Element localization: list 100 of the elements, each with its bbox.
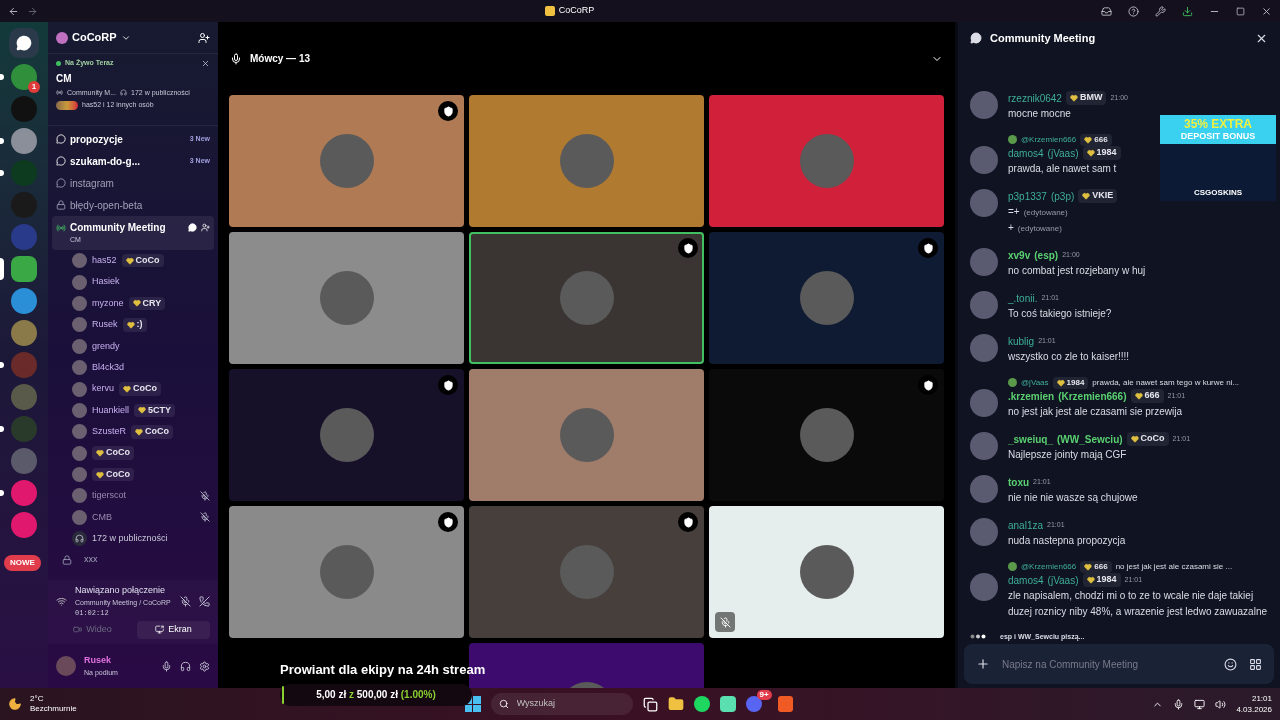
speaker-tile[interactable]: [229, 369, 464, 501]
discord-home-icon[interactable]: [9, 28, 39, 58]
message-avatar[interactable]: [970, 388, 998, 417]
server-icon[interactable]: [11, 256, 37, 282]
settings-icon[interactable]: [199, 660, 210, 672]
message-avatar[interactable]: [970, 145, 998, 174]
reply-author[interactable]: @Krzemien666: [1021, 560, 1077, 573]
close-icon[interactable]: [201, 58, 210, 68]
channel-name[interactable]: szukam-do-g...: [70, 153, 140, 169]
weather-desc[interactable]: Bezchmurnie: [30, 704, 77, 714]
member-name[interactable]: CMB: [92, 510, 112, 525]
maximize-icon[interactable]: [1236, 6, 1245, 16]
member-avatar[interactable]: [72, 402, 87, 418]
clock-date[interactable]: 4.03.2026: [1236, 704, 1272, 715]
music-app-icon[interactable]: [693, 696, 710, 712]
folder-icon[interactable]: [667, 696, 684, 712]
weather-temp[interactable]: 2°C: [30, 694, 77, 704]
message-author[interactable]: anal1za: [1008, 517, 1044, 533]
reply-author[interactable]: @jVaas: [1021, 376, 1049, 389]
browser-app-icon[interactable]: [777, 696, 793, 712]
discord-app-icon[interactable]: [745, 696, 762, 712]
server-icon[interactable]: [11, 320, 37, 346]
server-name[interactable]: CoCoRP: [72, 29, 117, 46]
member-avatar[interactable]: [72, 360, 87, 376]
tools-icon[interactable]: [1155, 5, 1166, 17]
network-icon[interactable]: [1194, 698, 1206, 710]
channel-name[interactable]: propozycje: [70, 131, 123, 147]
help-icon[interactable]: [1128, 5, 1139, 17]
member-avatar[interactable]: [72, 295, 87, 311]
speaker-tile[interactable]: [229, 506, 464, 638]
channel-name[interactable]: xxx: [84, 553, 98, 567]
server-icon[interactable]: [11, 288, 37, 314]
search-input[interactable]: Wyszukaj: [516, 697, 617, 711]
member-avatar[interactable]: [72, 488, 87, 504]
microphone-icon[interactable]: [1173, 698, 1185, 710]
member-avatar[interactable]: [72, 338, 87, 354]
message-nickname[interactable]: (p3p): [1050, 188, 1075, 204]
message-nickname[interactable]: (Krzemien666): [1058, 388, 1127, 404]
channel-name[interactable]: Community Meeting: [70, 220, 166, 236]
server-icon[interactable]: [11, 480, 37, 506]
member-avatar[interactable]: [72, 274, 87, 290]
emoji-icon[interactable]: [1224, 657, 1237, 671]
speaker-tile[interactable]: [709, 369, 944, 501]
back-icon[interactable]: [8, 5, 19, 17]
member-avatar[interactable]: [72, 509, 87, 525]
message-author[interactable]: p3p1337: [1008, 188, 1047, 204]
speaker-tile[interactable]: [469, 232, 704, 364]
speaker-tile[interactable]: [709, 232, 944, 364]
add-user-icon[interactable]: [201, 223, 210, 233]
message-author[interactable]: damos4: [1008, 572, 1044, 588]
member-avatar[interactable]: [72, 317, 87, 333]
channel-name[interactable]: instagram: [70, 175, 114, 191]
speaker-tile[interactable]: [229, 232, 464, 364]
member-avatar[interactable]: [72, 253, 87, 269]
message-input[interactable]: Napisz na Community Meeting: [964, 644, 1274, 684]
speaker-tile[interactable]: [709, 506, 944, 638]
headphones-icon[interactable]: [180, 660, 191, 672]
speaker-tile[interactable]: [229, 95, 464, 227]
forward-icon[interactable]: [27, 5, 38, 17]
member-name[interactable]: Bl4ck3d: [92, 360, 125, 375]
close-icon[interactable]: [1261, 5, 1272, 17]
message-author[interactable]: _.tonii.: [1008, 290, 1038, 306]
message-avatar[interactable]: [970, 517, 998, 546]
speaker-tile[interactable]: [709, 95, 944, 227]
message-avatar[interactable]: [970, 572, 998, 601]
server-icon[interactable]: [11, 448, 37, 474]
apps-icon[interactable]: [1249, 657, 1262, 671]
server-icon[interactable]: [11, 512, 37, 538]
server-icon[interactable]: [11, 384, 37, 410]
message-author[interactable]: toxu: [1008, 474, 1030, 490]
message-nickname[interactable]: (WW_Sewciu): [1057, 431, 1123, 447]
reply-text[interactable]: prawda, ale nawet sam tego w kurwe ni...: [1092, 376, 1240, 389]
channel-name[interactable]: błędy-open-beta: [70, 197, 143, 213]
member-name[interactable]: Huankiell: [92, 403, 130, 418]
server-icon[interactable]: [11, 128, 37, 154]
message-avatar[interactable]: [970, 333, 998, 362]
volume-icon[interactable]: [1215, 698, 1227, 710]
add-user-icon[interactable]: [198, 31, 210, 44]
message-avatar[interactable]: [970, 474, 998, 503]
message-author[interactable]: damos4: [1008, 145, 1044, 161]
speaker-tile[interactable]: [469, 506, 704, 638]
member-name[interactable]: myzone: [92, 296, 124, 311]
speaker-tile[interactable]: [469, 369, 704, 501]
message-nickname[interactable]: (jVaas): [1047, 145, 1079, 161]
message-author[interactable]: kublig: [1008, 333, 1035, 349]
member-avatar[interactable]: [72, 381, 87, 397]
chat-app-icon[interactable]: [719, 696, 736, 712]
message-avatar[interactable]: [970, 290, 998, 319]
download-icon[interactable]: [1182, 5, 1193, 17]
message-nickname[interactable]: (esp): [1034, 247, 1059, 263]
disconnect-icon[interactable]: [199, 595, 210, 607]
message-author[interactable]: .krzemien: [1008, 388, 1055, 404]
message-author[interactable]: rzeznik0642: [1008, 90, 1062, 106]
microphone-icon[interactable]: [161, 660, 172, 672]
inbox-icon[interactable]: [1101, 5, 1112, 17]
member-name[interactable]: Hasiek: [92, 275, 120, 289]
member-name[interactable]: has52: [92, 253, 117, 268]
speaker-tile[interactable]: [469, 95, 704, 227]
message-text-input[interactable]: Napisz na Community Meeting: [1002, 656, 1212, 672]
audience-count[interactable]: 172 w publiczności: [92, 531, 168, 546]
